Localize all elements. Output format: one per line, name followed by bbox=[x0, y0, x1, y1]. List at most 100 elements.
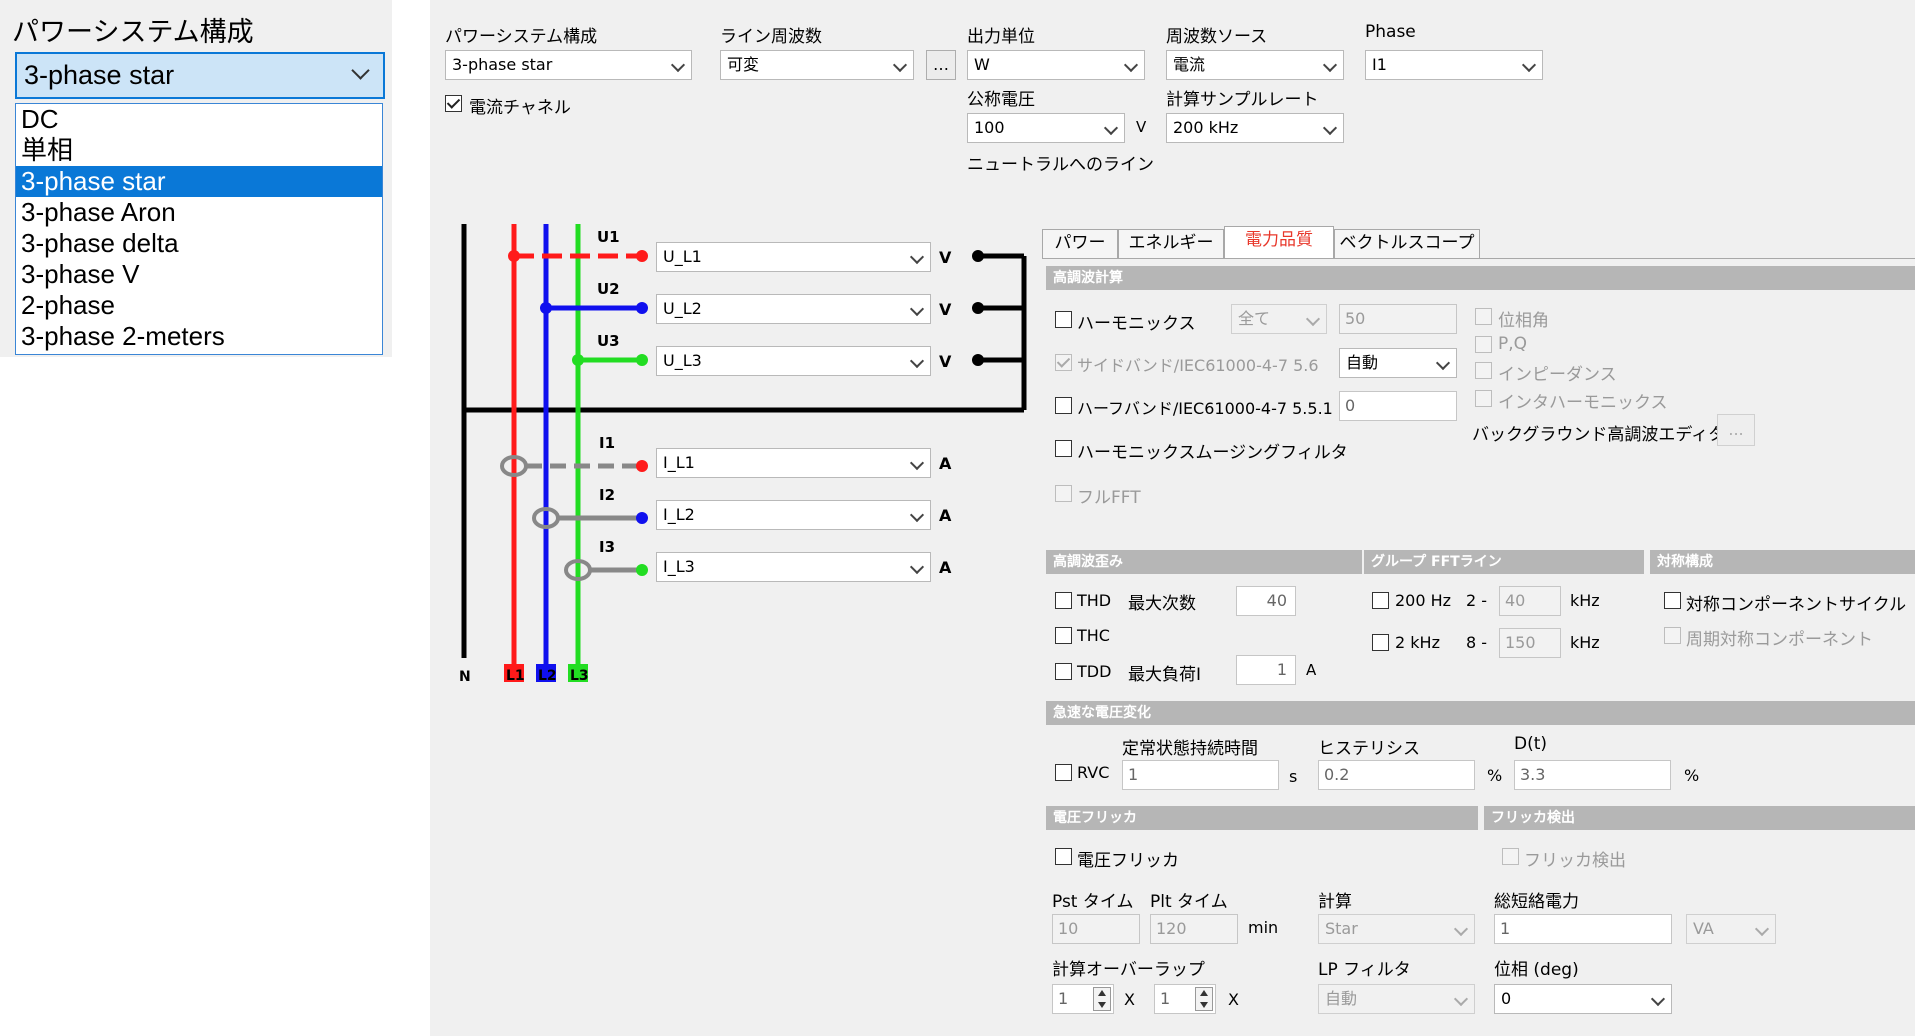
short-circuit-unit-select[interactable]: VA bbox=[1686, 914, 1776, 944]
smoothing-filter-checkbox[interactable] bbox=[1055, 440, 1072, 457]
power-system-combobox[interactable]: 3-phase star bbox=[15, 52, 385, 99]
harmonics-select-value: 全て bbox=[1238, 309, 1271, 328]
harmonics-checkbox[interactable] bbox=[1055, 311, 1072, 328]
power-system-label: パワーシステム構成 bbox=[12, 17, 254, 48]
flicker-detect-section-header: フリッカ検出 bbox=[1484, 806, 1915, 830]
phase-deg-label: 位相 (deg) bbox=[1494, 960, 1579, 980]
calc-overlap-spinner-1[interactable]: 1 bbox=[1052, 984, 1114, 1014]
sideband-checkbox[interactable] bbox=[1055, 354, 1072, 371]
dt-input[interactable]: 3.3 bbox=[1514, 760, 1671, 790]
max-load-label: 最大負荷I bbox=[1128, 665, 1202, 685]
calc-overlap-spinner-2[interactable]: 1 bbox=[1154, 984, 1216, 1014]
thc-checkbox[interactable] bbox=[1055, 627, 1072, 644]
group-fft-200hz-prefix: 2 - bbox=[1466, 591, 1488, 610]
power-system-select[interactable]: 3-phase star bbox=[445, 50, 692, 80]
u-l2-select[interactable]: U_L2 bbox=[656, 294, 931, 324]
i1-label: I1 bbox=[599, 434, 616, 452]
option-dc[interactable]: DC bbox=[16, 104, 382, 135]
u3-label: U3 bbox=[597, 332, 620, 350]
thc-label: THC bbox=[1077, 626, 1110, 645]
max-load-unit: A bbox=[1306, 661, 1317, 679]
frequency-source-select[interactable]: 電流 bbox=[1166, 50, 1344, 80]
phase-deg-select[interactable]: 0 bbox=[1494, 984, 1672, 1014]
option-3-phase-aron[interactable]: 3-phase Aron bbox=[16, 197, 382, 228]
sideband-select[interactable]: 自動 bbox=[1339, 348, 1457, 378]
i-l3-value: I_L3 bbox=[663, 557, 695, 576]
u-l3-select[interactable]: U_L3 bbox=[656, 346, 931, 376]
option-3-phase-v[interactable]: 3-phase V bbox=[16, 259, 382, 290]
halfband-input[interactable]: 0 bbox=[1339, 391, 1457, 421]
hysteresis-input[interactable]: 0.2 bbox=[1318, 760, 1475, 790]
nominal-voltage-select[interactable]: 100 bbox=[967, 113, 1125, 143]
max-order-label: 最大次数 bbox=[1128, 594, 1196, 614]
calc-select[interactable]: Star bbox=[1318, 914, 1475, 944]
rvc-checkbox[interactable] bbox=[1055, 764, 1072, 781]
option-3-phase-2-meters[interactable]: 3-phase 2-meters bbox=[16, 321, 382, 352]
harmonics-select[interactable]: 全て bbox=[1231, 304, 1327, 334]
group-fft-200hz-input[interactable]: 40 bbox=[1499, 586, 1561, 616]
phase-select[interactable]: I1 bbox=[1365, 50, 1543, 80]
frequency-source-label: 周波数ソース bbox=[1166, 27, 1268, 47]
tab-power[interactable]: パワー bbox=[1042, 229, 1118, 258]
background-harmonics-editor-button[interactable]: ... bbox=[1717, 414, 1755, 446]
flicker-section-header: 電圧フリッカ bbox=[1046, 806, 1478, 830]
pq-label: P,Q bbox=[1498, 334, 1528, 354]
sample-rate-select[interactable]: 200 kHz bbox=[1166, 113, 1344, 143]
plt-time-input[interactable]: 120 bbox=[1150, 914, 1238, 944]
group-fft-200hz-checkbox[interactable] bbox=[1372, 592, 1389, 609]
group-fft-2khz-checkbox[interactable] bbox=[1372, 634, 1389, 651]
overlap-x-label-2: X bbox=[1228, 990, 1239, 1009]
halfband-checkbox[interactable] bbox=[1055, 397, 1072, 414]
periodic-symmetry-checkbox[interactable] bbox=[1664, 627, 1681, 644]
dt-unit: % bbox=[1684, 766, 1700, 785]
sideband-value: 自動 bbox=[1346, 353, 1379, 372]
time-unit-label: min bbox=[1248, 918, 1279, 937]
symmetry-cycle-checkbox[interactable] bbox=[1664, 592, 1681, 609]
full-fft-checkbox[interactable] bbox=[1055, 485, 1072, 502]
chevron-down-icon bbox=[909, 559, 925, 575]
phase-angle-checkbox[interactable] bbox=[1475, 308, 1492, 325]
i-l1-select[interactable]: I_L1 bbox=[656, 448, 931, 478]
spin-arrows-icon[interactable] bbox=[1093, 987, 1111, 1011]
chevron-down-icon bbox=[1322, 57, 1338, 73]
option-3-phase-delta[interactable]: 3-phase delta bbox=[16, 228, 382, 259]
option-3-phase-star[interactable]: 3-phase star bbox=[16, 166, 382, 197]
steady-state-input[interactable]: 1 bbox=[1122, 760, 1279, 790]
spin-arrows-icon[interactable] bbox=[1195, 987, 1213, 1011]
group-fft-2khz-input[interactable]: 150 bbox=[1499, 628, 1561, 658]
power-system-selected: 3-phase star bbox=[24, 60, 175, 90]
thd-checkbox[interactable] bbox=[1055, 592, 1072, 609]
impedance-checkbox[interactable] bbox=[1475, 362, 1492, 379]
max-load-input[interactable]: 1 bbox=[1236, 655, 1296, 685]
output-unit-select[interactable]: W bbox=[967, 50, 1145, 80]
tab-power-quality[interactable]: 電力品質 bbox=[1224, 226, 1334, 259]
short-circuit-input[interactable]: 1 bbox=[1494, 914, 1672, 944]
voltage-flicker-label: 電圧フリッカ bbox=[1077, 851, 1179, 871]
option-single-phase[interactable]: 単相 bbox=[16, 135, 382, 166]
line-frequency-more-button[interactable]: … bbox=[926, 50, 956, 80]
i-l2-unit: A bbox=[939, 506, 952, 525]
rvc-section-header: 急速な電圧変化 bbox=[1046, 701, 1915, 725]
pst-time-input[interactable]: 10 bbox=[1052, 914, 1140, 944]
pq-checkbox[interactable] bbox=[1475, 336, 1492, 353]
harmonics-count-input[interactable]: 50 bbox=[1339, 304, 1457, 334]
u2-label: U2 bbox=[597, 280, 620, 298]
i-l3-select[interactable]: I_L3 bbox=[656, 552, 931, 582]
interharmonics-checkbox[interactable] bbox=[1475, 390, 1492, 407]
line-frequency-select[interactable]: 可変 bbox=[720, 50, 914, 80]
tdd-checkbox[interactable] bbox=[1055, 663, 1072, 680]
tab-energy[interactable]: エネルギー bbox=[1118, 229, 1224, 258]
voltage-flicker-checkbox[interactable] bbox=[1055, 848, 1072, 865]
flicker-detect-checkbox[interactable] bbox=[1502, 848, 1519, 865]
chevron-down-icon bbox=[670, 57, 686, 73]
tab-vectorscope[interactable]: ベクトルスコープ bbox=[1334, 229, 1480, 258]
max-order-input[interactable]: 40 bbox=[1236, 586, 1296, 616]
u-l1-select[interactable]: U_L1 bbox=[656, 242, 931, 272]
chevron-down-icon bbox=[909, 455, 925, 471]
lp-filter-select[interactable]: 自動 bbox=[1318, 984, 1475, 1014]
option-2-phase[interactable]: 2-phase bbox=[16, 290, 382, 321]
u1-label: U1 bbox=[597, 228, 620, 246]
current-channel-checkbox[interactable] bbox=[445, 95, 462, 112]
u-l1-unit: V bbox=[939, 248, 952, 267]
i-l2-select[interactable]: I_L2 bbox=[656, 500, 931, 530]
